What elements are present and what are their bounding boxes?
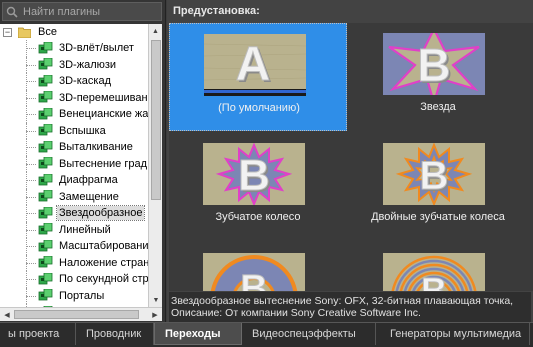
tab-transitions[interactable]: Переходы (154, 323, 242, 345)
scroll-down-arrow-icon[interactable]: ▼ (149, 293, 163, 307)
tree-item-label: Замещение (59, 190, 119, 203)
preset-thumbnail: B (383, 253, 485, 291)
letter-a: A (236, 38, 271, 91)
scroll-right-arrow-icon[interactable]: ▶ (148, 308, 162, 322)
preset-item[interactable]: B (349, 243, 527, 291)
letter-b: B (240, 268, 267, 291)
preset-star[interactable]: B B Звезда (349, 23, 527, 131)
tree-item[interactable]: Выталкивание (0, 139, 148, 156)
scroll-thumb[interactable] (151, 40, 161, 200)
tree-item-label: Порталы (59, 289, 105, 302)
plugin-icon (38, 288, 53, 302)
tree-item[interactable]: Вытеснение град (0, 155, 148, 173)
tree-item-label: Вспышка (59, 124, 106, 137)
plugin-icon (38, 156, 53, 170)
plugin-icon (38, 57, 53, 71)
description-line-1: Звездообразное вытеснение Sony: OFX, 32-… (171, 295, 514, 307)
tab-project-media[interactable]: ы проекта (0, 323, 76, 345)
preset-thumbnail: B B (203, 143, 305, 205)
letter-b: B (417, 39, 450, 91)
search-box[interactable] (2, 2, 162, 21)
tree-item[interactable]: 3D-каскад (0, 73, 148, 90)
preset-item[interactable]: B (169, 243, 347, 291)
tree-root-all[interactable]: − Все (0, 24, 148, 40)
folder-icon (17, 27, 32, 38)
tree-item-label: Диафрагма (59, 174, 118, 187)
letter-b: B (420, 154, 449, 198)
tree-item[interactable]: Замещение (0, 188, 148, 206)
preset-double-cogwheel[interactable]: B B Двойные зубчатые колеса (349, 133, 527, 241)
tree-item[interactable]: Наложение стран (0, 254, 148, 272)
plugin-icon (38, 239, 53, 253)
preset-label: Звезда (420, 101, 456, 113)
tree-item-label: Выталкивание (59, 141, 133, 154)
presets-heading: Предустановка: (173, 5, 260, 17)
plugin-icon (38, 255, 53, 269)
tree-item-label: 3D-влёт/вылет (59, 42, 134, 55)
tree-item-label: 3D-каскад (59, 75, 111, 88)
tree-item-label: 3D-перемешиван (59, 91, 148, 104)
letter-b: B (421, 270, 447, 291)
window-tab-bar: ы проекта Проводник Переходы Видеоспецэф… (0, 322, 533, 347)
tree-item-label: Линейный (59, 223, 111, 236)
plugin-icon (38, 189, 53, 203)
tree-item-label: По секундной стр (59, 273, 148, 286)
scroll-left-arrow-icon[interactable]: ◀ (0, 308, 14, 322)
tree-item[interactable]: 3D-перемешиван (0, 89, 148, 107)
letter-b: B (238, 151, 270, 200)
plugin-icon (38, 206, 53, 220)
plugin-icon (38, 272, 53, 286)
preset-thumbnail: B B (383, 143, 485, 205)
tree-item-label: Масштабировани (59, 240, 148, 253)
scroll-up-arrow-icon[interactable]: ▲ (149, 24, 162, 38)
preset-thumbnail: B B (383, 33, 485, 95)
preset-grid: A A (По умолчанию) B B Звезда B B Зубчат… (169, 23, 533, 291)
tree-item-label: Вытеснение град (59, 157, 148, 170)
tree-item[interactable]: 3D-влёт/вылет (0, 40, 148, 57)
preset-label: (По умолчанию) (218, 102, 300, 114)
tree-item-label: 3D-жалюзи (59, 58, 117, 71)
plugin-icon (38, 41, 53, 55)
plugin-icon (38, 222, 53, 236)
plugin-icon (38, 173, 53, 187)
tree-item[interactable]: Линейный (0, 221, 148, 239)
preset-thumbnail: A A (204, 34, 306, 96)
collapse-icon[interactable]: − (3, 27, 12, 37)
tree-horizontal-scrollbar[interactable]: ◀ ▶ (0, 307, 162, 321)
search-icon (6, 6, 18, 18)
plugin-browser-pane: − Все 3D-влёт/вылет 3D-жалюзи 3D-каскад 3D-… (0, 0, 166, 322)
plugin-icon (38, 90, 53, 104)
tree-item[interactable]: 3D-жалюзи (0, 56, 148, 74)
hscroll-thumb[interactable] (14, 310, 139, 319)
tree-item[interactable]: Вспышка (0, 122, 148, 140)
tab-video-fx[interactable]: Видеоспецэффекты (242, 323, 376, 345)
tree-item-label: Венецианские жа (59, 108, 148, 121)
tree-item-label: Наложение стран (59, 256, 148, 269)
tab-media-generators[interactable]: Генераторы мультимедиа (380, 323, 530, 345)
plugin-icon (38, 123, 53, 137)
plugin-icon (38, 140, 53, 154)
tree-item-label: Звездообразное (55, 205, 146, 222)
presets-pane: Предустановка: A A (По умолчанию) B B Зв… (167, 0, 533, 322)
search-input[interactable] (23, 5, 153, 18)
tree-item[interactable]: Масштабировани (0, 238, 148, 255)
tree-item[interactable]: Звездообразное (0, 205, 148, 222)
plugin-icon (38, 107, 53, 121)
tree-item[interactable]: По секундной стр (0, 271, 148, 288)
preset-label: Двойные зубчатые колеса (371, 211, 505, 223)
tree-item[interactable]: Порталы (0, 287, 148, 305)
tree-vertical-scrollbar[interactable]: ▲ ▼ (148, 24, 162, 307)
preset-label: Зубчатое колесо (215, 211, 301, 223)
tree-root-label: Все (38, 26, 57, 38)
plugin-description: Звездообразное вытеснение Sony: OFX, 32-… (169, 292, 531, 322)
tab-explorer[interactable]: Проводник (76, 323, 154, 345)
preset-cogwheel[interactable]: B B Зубчатое колесо (169, 133, 347, 241)
preset-thumbnail: B (203, 253, 305, 291)
tree-item[interactable]: Венецианские жа (0, 106, 148, 123)
description-line-2: Описание: От компании Sony Creative Soft… (171, 307, 421, 319)
plugin-tree: − Все 3D-влёт/вылет 3D-жалюзи 3D-каскад 3D-… (0, 24, 148, 307)
preset-default[interactable]: A A (По умолчанию) (169, 23, 347, 131)
plugin-icon (38, 74, 53, 88)
tree-item[interactable]: Диафрагма (0, 172, 148, 189)
